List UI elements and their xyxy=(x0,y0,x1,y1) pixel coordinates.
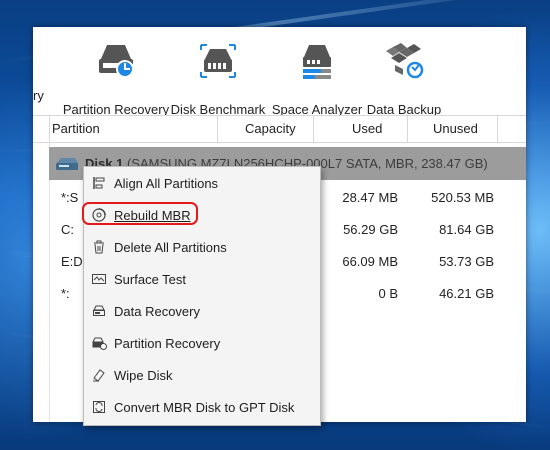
data-backup-button[interactable]: Data Backup xyxy=(359,41,449,117)
disk-benchmark-button[interactable]: Disk Benchmark xyxy=(168,41,268,117)
column-divider xyxy=(497,116,498,142)
surface-test-icon xyxy=(92,274,106,284)
space-analyzer-icon xyxy=(303,45,331,79)
data-recovery-icon xyxy=(93,305,105,316)
disk-benchmark-icon xyxy=(200,44,236,78)
menu-item-label: Surface Test xyxy=(114,272,187,287)
partition-cell: *:S xyxy=(61,190,79,205)
partition-recovery-small-icon xyxy=(92,337,107,350)
menu-item-data-recovery[interactable]: Data Recovery xyxy=(84,295,320,327)
column-divider xyxy=(49,116,50,142)
column-divider xyxy=(313,116,314,142)
menu-item-label: Align All Partitions xyxy=(114,176,219,191)
context-menu: Align All Partitions Rebuild MBR Delete … xyxy=(82,166,321,426)
unused-cell: 46.21 GB xyxy=(439,286,494,301)
unused-cell: 53.73 GB xyxy=(439,254,494,269)
used-cell: 0 B xyxy=(378,286,398,301)
used-cell: 28.47 MB xyxy=(342,190,398,205)
used-cell: 56.29 GB xyxy=(343,222,398,237)
menu-item-align-all-partitions[interactable]: Align All Partitions xyxy=(84,167,320,199)
menu-item-surface-test[interactable]: Surface Test xyxy=(84,263,320,295)
menu-item-label: Wipe Disk xyxy=(114,368,173,383)
menu-item-wipe-disk[interactable]: Wipe Disk xyxy=(84,359,320,391)
menu-item-label: Partition Recovery xyxy=(114,336,221,351)
menu-item-convert-mbr-to-gpt[interactable]: Convert MBR Disk to GPT Disk xyxy=(84,391,320,423)
table-header: Partition Capacity Used Unused xyxy=(33,115,526,143)
used-cell: 66.09 MB xyxy=(342,254,398,269)
toolbar: ry Partition Recovery Disk Benchmark Spa… xyxy=(33,27,526,117)
menu-item-delete-all-partitions[interactable]: Delete All Partitions xyxy=(84,231,320,263)
data-backup-icon xyxy=(386,43,424,79)
menu-item-label: Rebuild MBR xyxy=(114,208,191,223)
trash-icon xyxy=(94,240,104,254)
disk-icon xyxy=(56,158,78,170)
partition-recovery-icon xyxy=(99,45,134,78)
space-analyzer-button[interactable]: Space Analyzer xyxy=(267,41,367,117)
align-partitions-icon xyxy=(93,177,105,189)
partition-recovery-button[interactable]: Partition Recovery xyxy=(55,41,177,117)
header-capacity[interactable]: Capacity xyxy=(245,116,296,142)
menu-item-rebuild-mbr[interactable]: Rebuild MBR xyxy=(82,199,320,231)
header-partition[interactable]: Partition xyxy=(52,116,100,142)
eraser-icon xyxy=(93,369,105,382)
column-divider xyxy=(217,116,218,142)
partition-cell: E:D xyxy=(61,254,83,269)
menu-item-label: Data Recovery xyxy=(114,304,200,319)
convert-disk-icon xyxy=(93,401,105,413)
unused-cell: 520.53 MB xyxy=(431,190,494,205)
partition-cell: *: xyxy=(61,286,70,301)
partition-cell: C: xyxy=(61,222,74,237)
column-divider xyxy=(407,116,408,142)
menu-item-partition-recovery[interactable]: Partition Recovery xyxy=(84,327,320,359)
header-used[interactable]: Used xyxy=(352,116,382,142)
toolbar-item-cut-label[interactable]: ry xyxy=(33,88,44,103)
menu-item-label: Delete All Partitions xyxy=(114,240,227,255)
rebuild-mbr-icon xyxy=(92,208,106,222)
unused-cell: 81.64 GB xyxy=(439,222,494,237)
menu-item-label: Convert MBR Disk to GPT Disk xyxy=(114,400,295,415)
header-unused[interactable]: Unused xyxy=(433,116,478,142)
